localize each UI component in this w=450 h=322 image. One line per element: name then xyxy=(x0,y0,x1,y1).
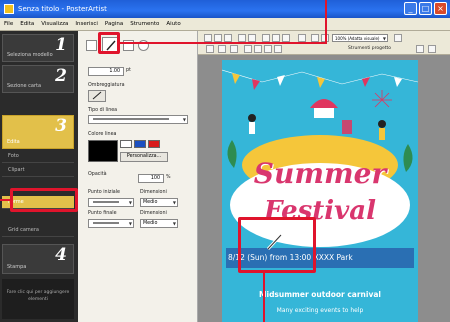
poster-canvas[interactable]: Summer Festival 8/12 (Sun) from 13:00 XX… xyxy=(222,60,418,322)
ellipse-icon[interactable] xyxy=(264,45,272,53)
zoom-select[interactable]: 100% (Adatta visuale) xyxy=(332,34,388,42)
line-icon xyxy=(92,91,102,100)
title-bar: Senza titolo - PosterArtist _ □ × xyxy=(0,0,450,18)
pen-cursor-icon xyxy=(266,233,283,251)
image-icon[interactable] xyxy=(274,45,282,53)
rectangle-icon[interactable] xyxy=(254,45,262,53)
color-red[interactable] xyxy=(148,140,160,148)
help-icon[interactable] xyxy=(394,34,402,42)
callout-line-tool xyxy=(98,32,120,54)
zoom-in-icon[interactable] xyxy=(311,34,319,42)
window-controls: _ □ × xyxy=(404,2,447,15)
start-point-label: Punto iniziale xyxy=(88,190,121,195)
menu-edit[interactable]: Edita xyxy=(20,18,34,30)
color-blue[interactable] xyxy=(134,140,146,148)
shading-label: Ombreggiatura xyxy=(88,83,125,88)
line-type-label: Tipo di linea xyxy=(88,108,118,113)
open-icon[interactable] xyxy=(214,34,222,42)
new-icon[interactable] xyxy=(204,34,212,42)
step-4[interactable]: 4 Stampa xyxy=(2,244,74,274)
menu-file[interactable]: File xyxy=(4,18,13,30)
print-icon[interactable] xyxy=(428,45,436,53)
start-point-select[interactable] xyxy=(88,198,134,207)
maximize-button[interactable]: □ xyxy=(419,2,432,15)
undo-icon[interactable] xyxy=(238,34,246,42)
close-button[interactable]: × xyxy=(434,2,447,15)
menu-tools[interactable]: Strumento xyxy=(130,18,159,30)
line-type-select[interactable] xyxy=(88,115,188,124)
step-label: Edita xyxy=(7,139,20,145)
window-title: Senza titolo - PosterArtist xyxy=(18,5,107,13)
copy-icon[interactable] xyxy=(272,34,280,42)
line-style-preview xyxy=(93,118,169,120)
step-number: 3 xyxy=(55,116,67,136)
step-navigator: 1 Seleziona modello 2 Sezione carta 3 Ed… xyxy=(0,31,78,322)
opacity-label: Opacità xyxy=(88,172,107,177)
menu-view[interactable]: Visualizza xyxy=(41,18,68,30)
substep-photo[interactable]: Foto xyxy=(2,150,74,163)
customize-button[interactable]: Personalizza... xyxy=(120,152,168,162)
step-number: 2 xyxy=(55,66,67,86)
end-size-label: Dimensioni xyxy=(140,211,167,216)
line-icon[interactable] xyxy=(244,45,252,53)
poster-artwork xyxy=(222,69,418,268)
menu-bar: File Edita Visualizza Inserisci Pagina S… xyxy=(0,18,450,31)
end-size-select[interactable]: Medio xyxy=(140,219,178,228)
thickness-spinner[interactable]: 1.00 xyxy=(88,67,124,76)
pointer-icon[interactable] xyxy=(206,45,214,53)
step-label: Sezione carta xyxy=(7,83,42,89)
line-end-preview xyxy=(93,201,119,203)
color-white[interactable] xyxy=(120,140,132,148)
end-point-label: Punto finale xyxy=(88,211,117,216)
help-box[interactable]: Fare clic qui per aggiungere elementi xyxy=(2,279,74,319)
properties-panel: 1.00 pt Ombreggiatura Tipo di linea Colo… xyxy=(78,31,198,322)
poster-subtitle[interactable]: Midsummer outdoor carnival xyxy=(222,290,418,299)
cut-icon[interactable] xyxy=(262,34,270,42)
step-2[interactable]: 2 Sezione carta xyxy=(2,65,74,93)
thickness-unit: pt xyxy=(126,68,131,73)
shading-button[interactable] xyxy=(88,90,106,102)
callout-connector xyxy=(118,42,327,44)
menu-help[interactable]: Aiuto xyxy=(166,18,180,30)
app-window: Senza titolo - PosterArtist _ □ × File E… xyxy=(0,0,450,322)
line-color-label: Colore linea xyxy=(88,132,117,137)
callout-connector xyxy=(325,0,327,44)
text-icon[interactable] xyxy=(230,45,238,53)
poster-title-line1[interactable]: Summer xyxy=(222,160,418,188)
end-point-select[interactable] xyxy=(88,219,134,228)
menu-page[interactable]: Pagina xyxy=(105,18,123,30)
app-icon xyxy=(4,4,14,14)
start-size-select[interactable]: Medio xyxy=(140,198,178,207)
step-label: Stampa xyxy=(7,264,27,270)
step-number: 4 xyxy=(55,245,67,265)
layout-icon[interactable] xyxy=(298,34,306,42)
opacity-unit: % xyxy=(166,175,171,180)
current-color-swatch[interactable] xyxy=(88,140,118,162)
save-icon[interactable] xyxy=(224,34,232,42)
callout-connector xyxy=(263,273,265,322)
step-1[interactable]: 1 Seleziona modello xyxy=(2,34,74,62)
opacity-spinner[interactable]: 100 xyxy=(138,174,164,183)
paste-icon[interactable] xyxy=(282,34,290,42)
menu-insert[interactable]: Inserisci xyxy=(75,18,98,30)
start-size-label: Dimensioni xyxy=(140,190,167,195)
minimize-button[interactable]: _ xyxy=(404,2,417,15)
project-tools-label[interactable]: Strumenti progetto xyxy=(348,46,391,51)
callout-shapes-substep xyxy=(10,188,78,212)
redo-icon[interactable] xyxy=(248,34,256,42)
line-end-preview xyxy=(93,222,119,224)
substep-clipart[interactable]: Clipart xyxy=(2,164,74,177)
select-tool[interactable] xyxy=(86,40,97,51)
poster-body[interactable]: Many exciting events to help xyxy=(222,307,418,314)
step-number: 1 xyxy=(55,35,67,55)
settings-icon[interactable] xyxy=(416,45,424,53)
callout-connector xyxy=(0,199,11,201)
step-label: Seleziona modello xyxy=(7,52,53,58)
substep-grid[interactable]: Grid camera xyxy=(2,224,74,237)
hand-icon[interactable] xyxy=(218,45,226,53)
step-3[interactable]: 3 Edita xyxy=(2,115,74,149)
